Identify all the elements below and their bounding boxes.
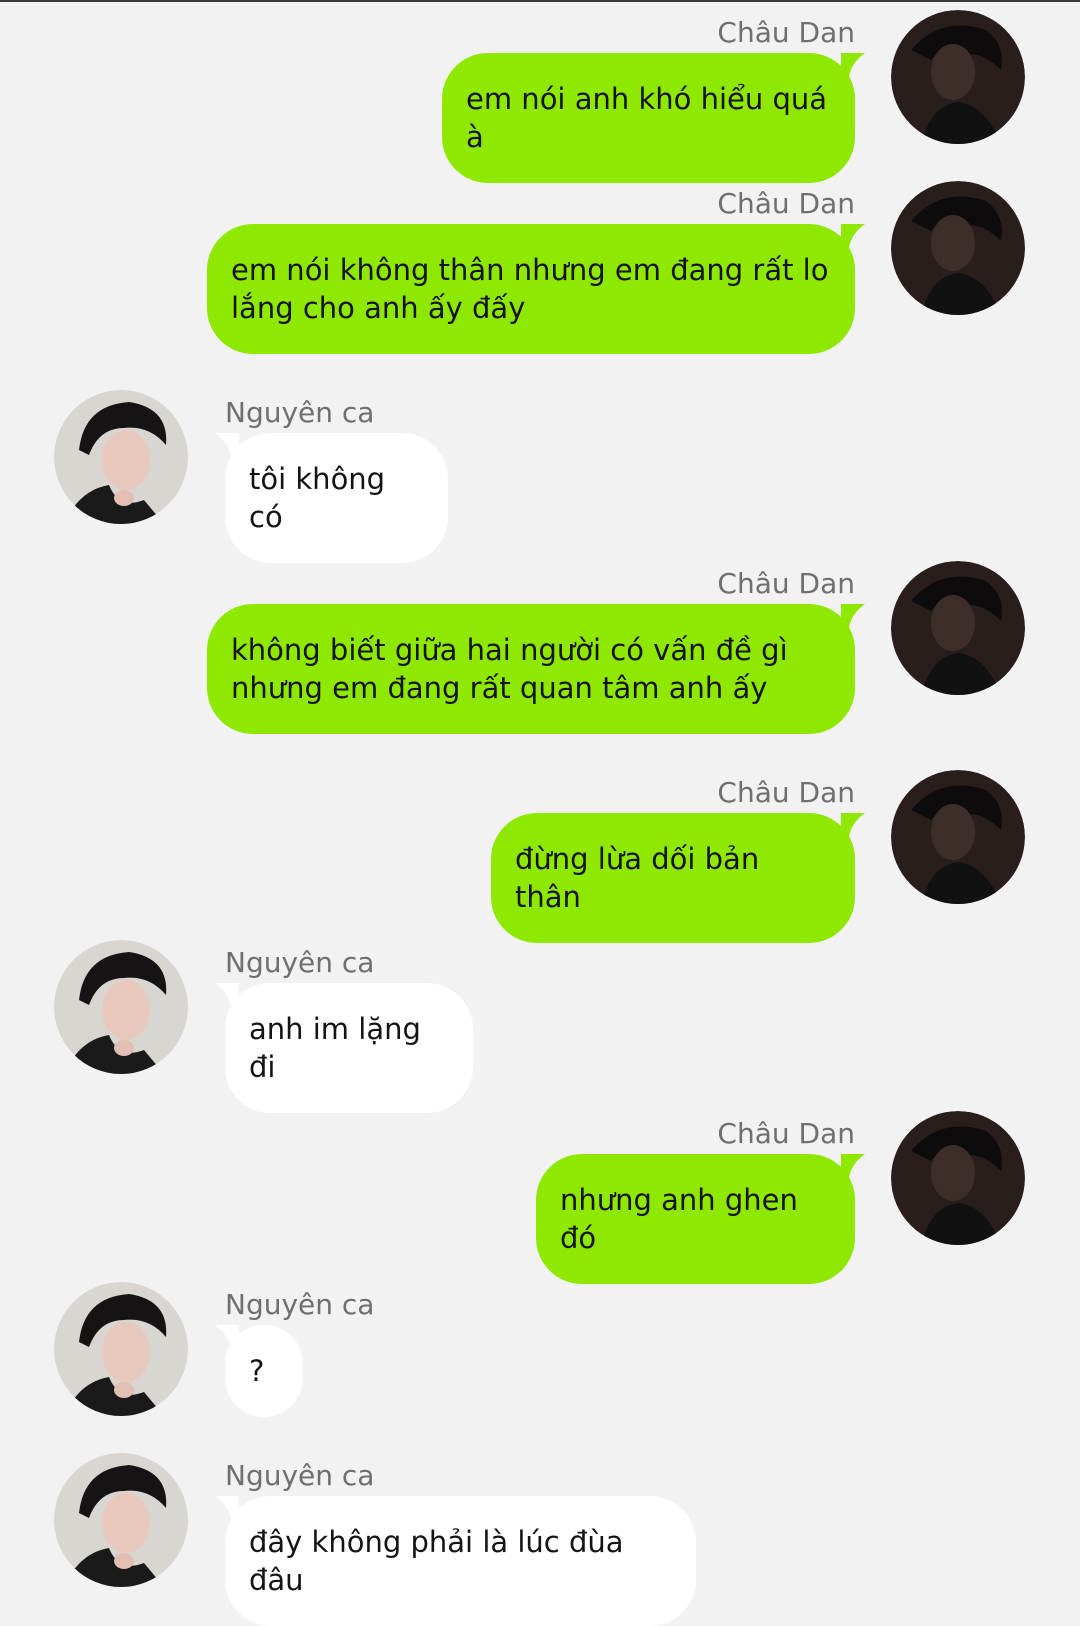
message-text: nhưng anh ghen đó [560, 1183, 798, 1255]
avatar-icon[interactable] [891, 770, 1025, 904]
sender-name: Nguyên ca [225, 946, 375, 979]
sender-name: Châu Dan [717, 1117, 855, 1150]
bubble-tail-icon [841, 604, 865, 628]
bubble-tail-icon [215, 1325, 239, 1349]
sender-name: Nguyên ca [225, 1288, 375, 1321]
message-text: tôi không có [249, 462, 386, 534]
bubble-tail-icon [841, 813, 865, 837]
message-text: em nói anh khó hiểu quá à [466, 82, 828, 154]
avatar-icon[interactable] [891, 561, 1025, 695]
bubble-tail-icon [215, 433, 239, 457]
sender-name: Châu Dan [717, 776, 855, 809]
message-text: không biết giữa hai người có vấn đề gì n… [231, 633, 788, 705]
avatar-icon[interactable] [891, 181, 1025, 315]
message-bubble-outgoing[interactable]: không biết giữa hai người có vấn đề gì n… [207, 604, 865, 734]
sender-name: Nguyên ca [225, 396, 375, 429]
bubble-tail-icon [841, 224, 865, 248]
message-bubble-incoming[interactable]: tôi không có [215, 433, 448, 563]
message-text: anh im lặng đi [249, 1012, 421, 1084]
message-text: đây không phải là lúc đùa đâu [249, 1525, 624, 1597]
avatar-icon[interactable] [54, 1282, 188, 1416]
message-bubble-incoming[interactable]: ? [215, 1325, 303, 1417]
message-text: ? [249, 1354, 265, 1388]
message-text: em nói không thân nhưng em đang rất lo l… [231, 253, 829, 325]
avatar-icon[interactable] [54, 1453, 188, 1587]
message-bubble-incoming[interactable]: đây không phải là lúc đùa đâu [215, 1496, 696, 1626]
message-bubble-incoming[interactable]: anh im lặng đi [215, 983, 473, 1113]
avatar-icon[interactable] [891, 1111, 1025, 1245]
bubble-tail-icon [841, 53, 865, 77]
message-bubble-outgoing[interactable]: em nói không thân nhưng em đang rất lo l… [207, 224, 865, 354]
avatar-icon[interactable] [54, 940, 188, 1074]
bubble-tail-icon [841, 1154, 865, 1178]
bubble-tail-icon [215, 1496, 239, 1520]
sender-name: Nguyên ca [225, 1459, 375, 1492]
message-bubble-outgoing[interactable]: nhưng anh ghen đó [536, 1154, 865, 1284]
avatar-icon[interactable] [891, 10, 1025, 144]
message-bubble-outgoing[interactable]: em nói anh khó hiểu quá à [442, 53, 865, 183]
chat-thread[interactable]: Châu Dan em nói anh khó hiểu quá à Châu … [0, 0, 1080, 1626]
sender-name: Châu Dan [717, 16, 855, 49]
bubble-tail-icon [215, 983, 239, 1007]
avatar-icon[interactable] [54, 390, 188, 524]
sender-name: Châu Dan [717, 567, 855, 600]
sender-name: Châu Dan [717, 187, 855, 220]
message-bubble-outgoing[interactable]: đừng lừa dối bản thân [491, 813, 865, 943]
message-text: đừng lừa dối bản thân [515, 842, 760, 914]
